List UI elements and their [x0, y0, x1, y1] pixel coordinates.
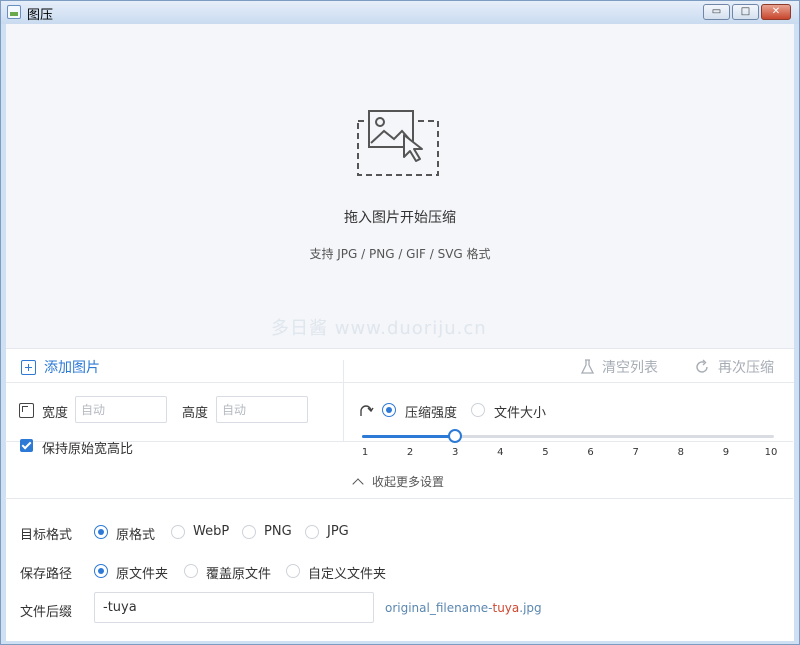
title-bar: 图压 ▭ □ ✕: [1, 1, 799, 24]
filename-preview-ext: .jpg: [519, 601, 542, 615]
format-radio-0[interactable]: [94, 525, 108, 539]
collapse-settings-button[interactable]: 收起更多设置: [5, 466, 793, 499]
main-content: 拖入图片开始压缩 支持 JPG / PNG / GIF / SVG 格式 多日酱…: [6, 24, 794, 641]
format-radio-3[interactable]: [305, 525, 319, 539]
slider-tick-label: 10: [764, 447, 778, 458]
strength-slider-fill: [362, 435, 456, 438]
format-option-label: JPG: [327, 524, 349, 539]
app-window: 图压 ▭ □ ✕ 拖入图片开始压缩 支持 JPG / PNG / GIF / S…: [0, 0, 800, 645]
chevron-up-icon: [352, 478, 364, 490]
save-path-option-label: 覆盖原文件: [206, 567, 272, 582]
mode-strength-radio[interactable]: [382, 403, 396, 417]
filename-preview-prefix: original_filename-: [385, 601, 493, 615]
save-path-radio-0[interactable]: [94, 564, 108, 578]
height-label: 高度: [182, 406, 209, 421]
app-icon: [7, 5, 21, 19]
watermark: 多日酱 www.duoriju.cn: [271, 318, 487, 339]
maximize-button[interactable]: □: [732, 4, 759, 20]
slider-tick-label: 9: [722, 447, 730, 458]
suffix-label: 文件后缀: [20, 605, 73, 620]
resize-icon: [19, 403, 34, 418]
image-drop-icon: [357, 110, 439, 176]
format-option-label: PNG: [264, 524, 292, 539]
keep-ratio-checkbox[interactable]: [20, 439, 33, 452]
slider-tick-label: 4: [497, 447, 504, 458]
slider-tick-label: 5: [542, 447, 549, 458]
drop-title: 拖入图片开始压缩: [344, 210, 456, 226]
close-button[interactable]: ✕: [761, 4, 791, 20]
save-path-label: 保存路径: [20, 567, 73, 582]
drop-zone[interactable]: 拖入图片开始压缩 支持 JPG / PNG / GIF / SVG 格式 多日酱…: [6, 24, 794, 349]
mode-strength-label: 压缩强度: [405, 406, 458, 421]
slider-tick-label: 7: [632, 447, 639, 458]
mode-size-radio[interactable]: [471, 403, 485, 417]
slider-tick-label: 1: [361, 447, 369, 458]
compress-icon: [360, 405, 374, 416]
filename-preview: original_filename-tuya.jpg: [385, 601, 542, 615]
slider-tick-label: 8: [677, 447, 684, 458]
format-option-label: WebP: [193, 524, 230, 539]
slider-tick-label: 2: [406, 447, 414, 458]
save-path-radio-1[interactable]: [184, 564, 198, 578]
format-radio-2[interactable]: [242, 525, 256, 539]
width-label: 宽度: [42, 406, 69, 421]
save-path-radio-2[interactable]: [286, 564, 300, 578]
drop-subtitle: 支持 JPG / PNG / GIF / SVG 格式: [309, 247, 491, 261]
window-title: 图压: [27, 8, 54, 23]
suffix-input[interactable]: [94, 592, 374, 623]
keep-ratio-label: 保持原始宽高比: [42, 442, 134, 457]
minimize-button[interactable]: ▭: [703, 4, 730, 20]
format-label: 目标格式: [20, 528, 73, 543]
save-path-option-label: 原文件夹: [116, 567, 169, 582]
height-input[interactable]: [216, 396, 308, 423]
filename-preview-suffix: tuya: [492, 601, 520, 615]
save-path-option-label: 自定义文件夹: [308, 567, 387, 582]
width-input[interactable]: [75, 396, 167, 423]
mode-size-label: 文件大小: [494, 406, 547, 421]
collapse-settings-label: 收起更多设置: [371, 475, 444, 489]
panel-divider: [343, 360, 344, 442]
slider-tick-label: 3: [452, 447, 459, 458]
format-radio-1[interactable]: [171, 525, 185, 539]
slider-tick-label: 6: [587, 447, 594, 458]
format-option-label: 原格式: [116, 528, 156, 543]
